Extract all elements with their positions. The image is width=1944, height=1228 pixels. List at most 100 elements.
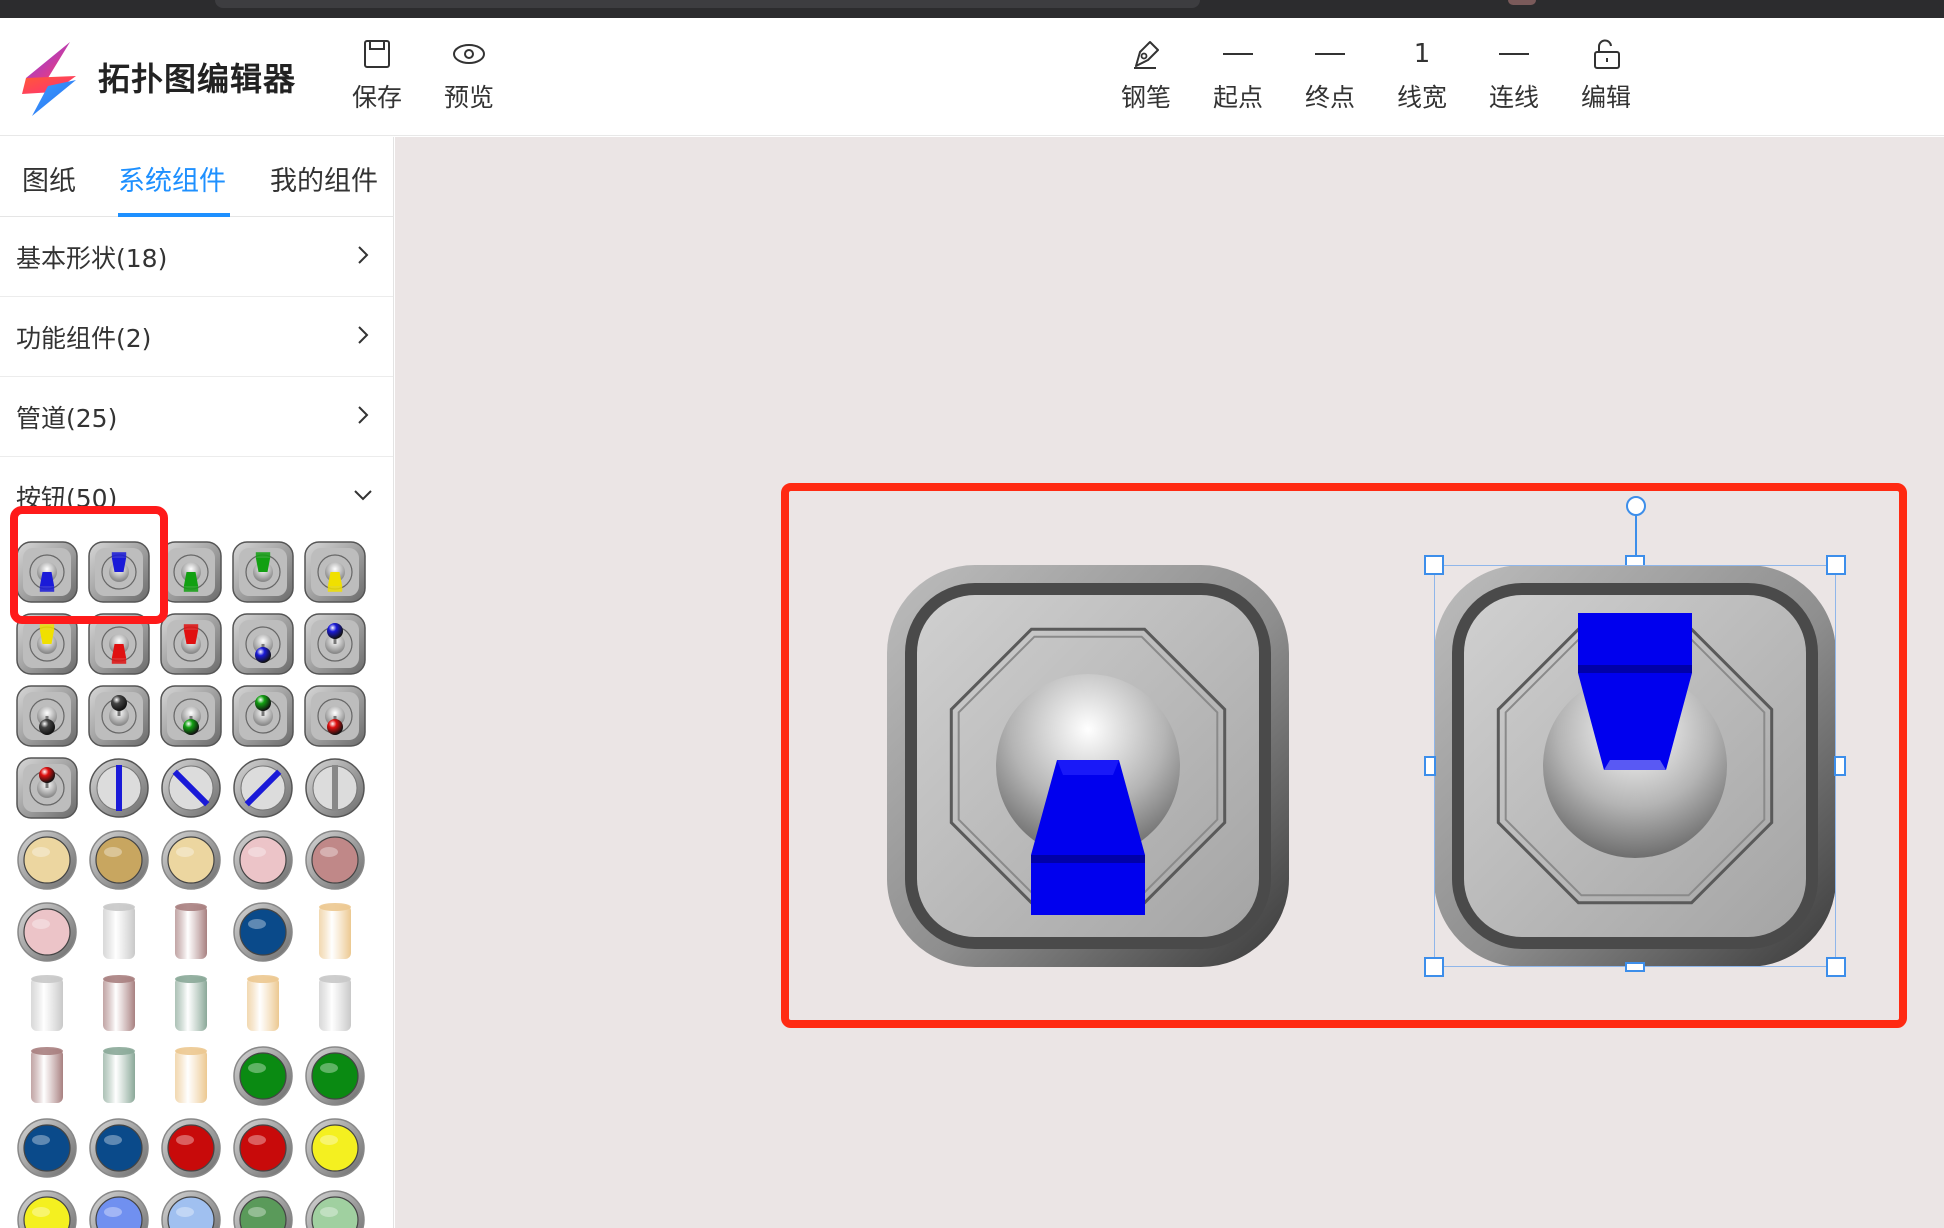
round-button-icon: [17, 902, 77, 962]
round-button-icon: [17, 1190, 77, 1228]
round-button-icon: [305, 1118, 365, 1178]
category-basic-shapes[interactable]: 基本形状(18): [0, 217, 393, 297]
resize-handle-top-left[interactable]: [1424, 555, 1444, 575]
palette-item-ball[interactable]: [230, 683, 296, 749]
palette-item-cyl[interactable]: [158, 971, 224, 1037]
palette-item-cyl[interactable]: [86, 899, 152, 965]
palette-item-ball[interactable]: [230, 611, 296, 677]
browser-address-bar[interactable]: [215, 0, 1200, 8]
palette-item-cyl[interactable]: [230, 971, 296, 1037]
component-sidebar: 图纸 系统组件 我的组件 基本形状(18) 功能组件(2) 管道(25) 按钮(…: [0, 137, 394, 1228]
palette-item-round[interactable]: [14, 1187, 80, 1228]
palette-item-round[interactable]: [302, 1187, 368, 1228]
end-point-button[interactable]: 终点: [1290, 36, 1370, 120]
tab-my-components[interactable]: 我的组件: [270, 159, 378, 198]
palette-item-toggle[interactable]: [302, 539, 368, 605]
palette-item-round[interactable]: [158, 827, 224, 893]
palette-item-round[interactable]: [86, 1187, 152, 1228]
palette-item-toggle[interactable]: [230, 539, 296, 605]
palette-item-ball[interactable]: [14, 683, 80, 749]
palette-item-round[interactable]: [86, 1115, 152, 1181]
palette-item-round[interactable]: [230, 1043, 296, 1109]
round-button-icon: [89, 1190, 149, 1228]
resize-handle-bottom-left[interactable]: [1424, 957, 1444, 977]
palette-item-cyl[interactable]: [302, 971, 368, 1037]
palette-item-cyl[interactable]: [86, 1043, 152, 1109]
save-button[interactable]: 保存: [337, 36, 417, 120]
round-button-icon: [17, 1118, 77, 1178]
category-label: 管道(25): [16, 404, 118, 433]
palette-item-dial[interactable]: [86, 755, 152, 821]
ball-button-icon: [304, 613, 366, 675]
palette-item-round[interactable]: [302, 1043, 368, 1109]
palette-item-ball[interactable]: [302, 611, 368, 677]
palette-item-round[interactable]: [14, 1115, 80, 1181]
category-pipes[interactable]: 管道(25): [0, 377, 393, 457]
pen-tool-button[interactable]: 钢笔: [1106, 36, 1186, 120]
line-width-button[interactable]: 1 线宽: [1382, 36, 1462, 120]
palette-item-cyl[interactable]: [86, 971, 152, 1037]
round-button-icon: [233, 830, 293, 890]
chevron-down-icon: [354, 490, 372, 501]
palette-item-round[interactable]: [230, 827, 296, 893]
chevron-right-icon: [358, 406, 369, 424]
edit-lock-button[interactable]: 编辑: [1566, 36, 1646, 120]
palette-item-round[interactable]: [14, 827, 80, 893]
round-button-icon: [233, 1118, 293, 1178]
app-header: 拓扑图编辑器 保存 预览 钢笔 起点 终点 1 线宽 连线 编辑: [0, 18, 1944, 136]
rotate-handle[interactable]: [1626, 496, 1646, 516]
palette-item-cyl[interactable]: [158, 1043, 224, 1109]
palette-item-round[interactable]: [86, 827, 152, 893]
pen-label: 钢笔: [1120, 83, 1171, 112]
edit-label: 编辑: [1580, 83, 1631, 112]
resize-handle-left[interactable]: [1424, 756, 1436, 776]
palette-item-round[interactable]: [158, 1187, 224, 1228]
resize-handle-bottom-right[interactable]: [1826, 957, 1846, 977]
resize-handle-top[interactable]: [1625, 555, 1645, 565]
toggle-switch-down[interactable]: [887, 565, 1289, 967]
cyl-button-icon: [31, 1047, 63, 1103]
palette-item-ball[interactable]: [86, 683, 152, 749]
preview-button[interactable]: 预览: [429, 36, 509, 120]
sidebar-tabs: 图纸 系统组件 我的组件: [0, 137, 393, 217]
connect-line-button[interactable]: 连线: [1474, 36, 1554, 120]
palette-item-dial[interactable]: [230, 755, 296, 821]
palette-item-round[interactable]: [230, 899, 296, 965]
cyl-button-icon: [103, 903, 135, 959]
round-button-icon: [89, 830, 149, 890]
category-function-components[interactable]: 功能组件(2): [0, 297, 393, 377]
palette-item-ball[interactable]: [302, 683, 368, 749]
palette-item-round[interactable]: [230, 1115, 296, 1181]
cyl-button-icon: [175, 1047, 207, 1103]
palette-item-ball[interactable]: [14, 755, 80, 821]
palette-item-ball[interactable]: [158, 683, 224, 749]
palette-item-cyl[interactable]: [14, 1043, 80, 1109]
palette-item-round[interactable]: [302, 1115, 368, 1181]
end-label: 终点: [1304, 83, 1355, 112]
palette-item-dial[interactable]: [158, 755, 224, 821]
palette-item-round[interactable]: [230, 1187, 296, 1228]
round-button-icon: [305, 1190, 365, 1228]
tab-drawings[interactable]: 图纸: [22, 159, 76, 198]
palette-item-cyl[interactable]: [302, 899, 368, 965]
palette-item-dial[interactable]: [302, 755, 368, 821]
line-start-icon: [1223, 53, 1253, 55]
round-button-icon: [161, 1118, 221, 1178]
line-width-value: 1: [1413, 39, 1431, 69]
dial-button-icon: [89, 758, 149, 818]
resize-handle-right[interactable]: [1834, 756, 1846, 776]
tab-system-components[interactable]: 系统组件: [118, 159, 226, 198]
ball-button-icon: [232, 613, 294, 675]
resize-handle-top-right[interactable]: [1826, 555, 1846, 575]
palette-item-cyl[interactable]: [14, 971, 80, 1037]
start-point-button[interactable]: 起点: [1198, 36, 1278, 120]
cyl-button-icon: [175, 903, 207, 959]
palette-item-round[interactable]: [158, 1115, 224, 1181]
resize-handle-bottom[interactable]: [1625, 962, 1645, 972]
palette-item-round[interactable]: [14, 899, 80, 965]
browser-profile-icon[interactable]: [1508, 0, 1536, 5]
palette-item-round[interactable]: [302, 827, 368, 893]
palette-item-toggle[interactable]: [158, 611, 224, 677]
connector-line-icon: [1499, 53, 1529, 55]
palette-item-cyl[interactable]: [158, 899, 224, 965]
